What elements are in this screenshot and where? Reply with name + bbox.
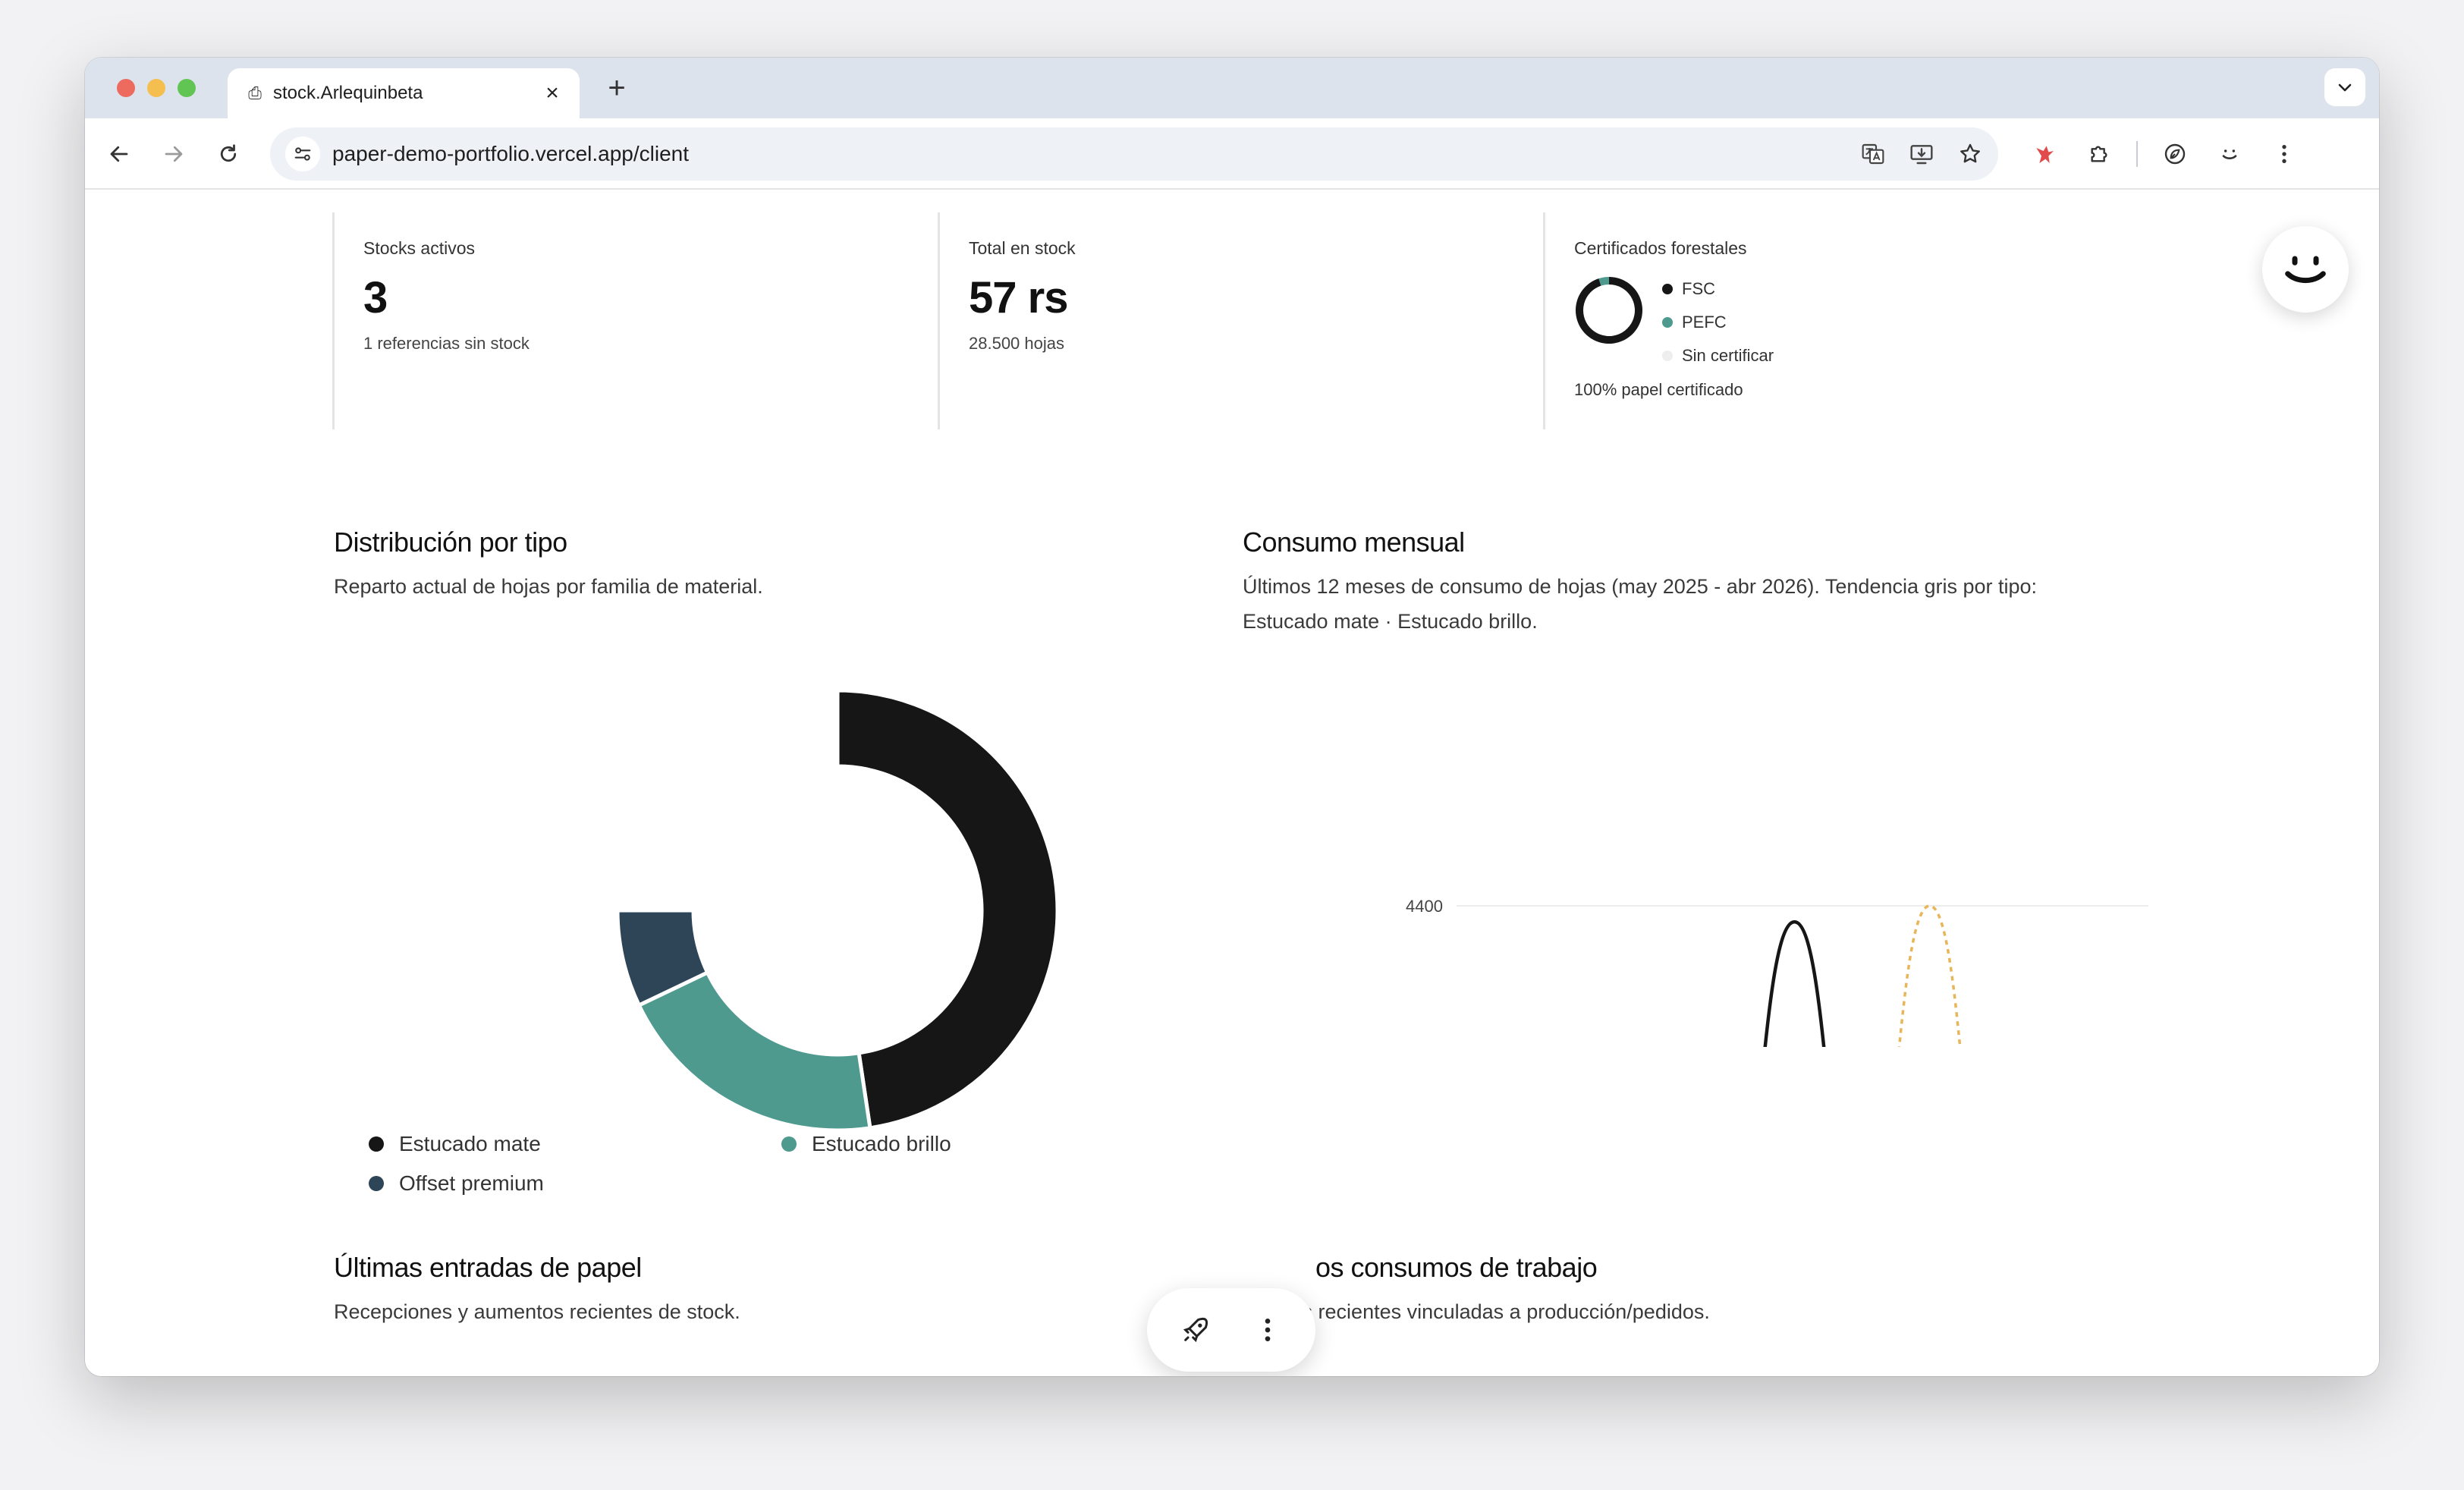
toolbar-divider (2136, 141, 2138, 167)
legend-swatch (369, 1176, 384, 1191)
toolbar-extensions (2027, 137, 2302, 171)
stat-value: 57 rs (969, 273, 1068, 322)
extensions-puzzle-icon[interactable] (2082, 137, 2117, 171)
legend-swatch (1662, 317, 1673, 328)
forward-button[interactable] (156, 137, 191, 171)
donut-slice (835, 688, 1060, 1130)
browser-toolbar: paper-demo-portfolio.vercel.app/client (85, 118, 2379, 190)
series-line (1897, 904, 1962, 1047)
stat-label: Certificados forestales (1574, 238, 1747, 258)
zoom-window-button[interactable] (178, 79, 196, 97)
tab-strip: ⎙ stock.Arlequinbeta × + (85, 58, 2379, 118)
section-description: Reparto actual de hojas por familia de m… (334, 575, 763, 598)
section-title: Distribución por tipo (334, 527, 567, 558)
legend-item: Estucado mate (369, 1132, 541, 1156)
install-app-icon[interactable] (1904, 137, 1939, 171)
page-content: Stocks activos 3 1 referencias sin stock… (85, 190, 2379, 1376)
donut-slice (1576, 277, 1642, 344)
stat-card-total: Total en stock 57 rs 28.500 hojas (938, 212, 1542, 429)
donut-slice (636, 970, 872, 1133)
legend-swatch (1662, 284, 1673, 294)
new-tab-button[interactable]: + (598, 71, 636, 105)
series-line (1763, 919, 1826, 1047)
stat-card-active: Stocks activos 3 1 referencias sin stock (332, 212, 936, 429)
reload-icon (220, 144, 237, 162)
stat-value: 3 (363, 273, 388, 322)
legend-swatch (781, 1136, 797, 1152)
stat-subtext: 28.500 hojas (969, 334, 1064, 353)
smile-icon (2285, 256, 2326, 284)
cert-body: FSC PEFC Sin certificar (1574, 275, 2147, 372)
legend-swatch (369, 1136, 384, 1152)
cert-legend-item: FSC (1662, 272, 1774, 306)
legend-label: Estucado mate (399, 1132, 541, 1155)
site-settings-icon[interactable] (285, 137, 320, 171)
section-title: Consumo mensual (1243, 527, 1465, 558)
description-line: Últimos 12 meses de consumo de hojas (ma… (1243, 575, 2038, 598)
chevron-down-icon (2338, 83, 2352, 92)
cert-legend-label: FSC (1682, 279, 1715, 298)
more-options-button[interactable] (1245, 1307, 1290, 1353)
legend-label: Estucado brillo (812, 1132, 951, 1155)
more-vertical-icon (1265, 1319, 1270, 1341)
rocket-icon (1183, 1317, 1208, 1343)
browser-window: ⎙ stock.Arlequinbeta × + paper-demo-port… (85, 58, 2379, 1376)
cert-legend-item: Sin certificar (1662, 339, 1774, 372)
y-tick-label: 4400 (1406, 897, 1443, 916)
profile-smile-icon[interactable] (2212, 137, 2247, 171)
assistant-button[interactable] (2262, 226, 2349, 313)
section-description: salidas recientes vinculadas a producció… (1249, 1300, 1710, 1323)
section-description: Últimos 12 meses de consumo de hojas (ma… (1243, 569, 2229, 639)
minimize-window-button[interactable] (147, 79, 165, 97)
legend-swatch (1662, 350, 1673, 361)
tab-active[interactable]: ⎙ stock.Arlequinbeta × (228, 68, 580, 118)
extension-leaf-icon[interactable] (2158, 137, 2192, 171)
reload-button[interactable] (211, 137, 246, 171)
cert-footnote: 100% papel certificado (1574, 380, 1743, 399)
cert-donut-chart (1576, 277, 1642, 344)
section-title: os consumos de trabajo (1315, 1252, 1598, 1283)
arrow-left-icon (110, 146, 128, 162)
floating-action-bar (1147, 1288, 1315, 1372)
stat-label: Stocks activos (363, 238, 475, 258)
rocket-button[interactable] (1173, 1307, 1218, 1353)
browser-menu-icon[interactable] (2267, 137, 2302, 171)
legend-item: Offset premium (369, 1171, 544, 1196)
url-text: paper-demo-portfolio.vercel.app/client (332, 142, 690, 165)
tab-title: stock.Arlequinbeta (273, 83, 423, 103)
section-title: Últimas entradas de papel (334, 1252, 642, 1283)
stat-card-certificates: Certificados forestales FSC PEFC Sin cer… (1543, 212, 2147, 429)
legend-item: Estucado brillo (781, 1132, 951, 1156)
translate-icon[interactable] (1856, 137, 1890, 171)
tab-close-icon[interactable]: × (540, 82, 564, 105)
monthly-consumption-chart: 015004400mayjunjulagoseptoctnovdicenefeb… (1406, 897, 2148, 1047)
cert-legend-item: PEFC (1662, 306, 1774, 339)
back-button[interactable] (102, 137, 137, 171)
close-window-button[interactable] (117, 79, 135, 97)
extension-bird-icon[interactable] (2027, 137, 2062, 171)
cert-legend-label: PEFC (1682, 313, 1727, 332)
paper-stack-icon: ⎙ (248, 83, 262, 102)
cert-legend-label: Sin certificar (1682, 346, 1774, 365)
description-line: Estucado mate · Estucado brillo. (1243, 610, 1538, 633)
stat-subtext: 1 referencias sin stock (363, 334, 530, 353)
address-bar[interactable]: paper-demo-portfolio.vercel.app/client (270, 127, 1998, 181)
legend-label: Offset premium (399, 1171, 544, 1195)
arrow-right-icon (165, 146, 183, 162)
bookmark-star-icon[interactable] (1953, 137, 1988, 171)
section-description: Recepciones y aumentos recientes de stoc… (334, 1300, 740, 1323)
distribution-donut-chart (615, 688, 1060, 1133)
stat-label: Total en stock (969, 238, 1076, 258)
tab-search-button[interactable] (2324, 68, 2365, 106)
cert-legend: FSC PEFC Sin certificar (1662, 272, 1774, 372)
address-bar-actions (1856, 137, 1988, 171)
